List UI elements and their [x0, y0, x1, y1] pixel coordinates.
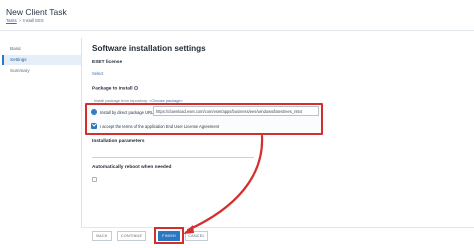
- window-title: New Client Task: [6, 7, 67, 17]
- package-label-text: Package to install: [92, 86, 133, 92]
- eset-license-select-link[interactable]: Select: [92, 71, 103, 76]
- package-url-input[interactable]: https://download.eset.com/com/eset/apps/…: [153, 106, 319, 116]
- reboot-checkbox[interactable]: [92, 177, 97, 182]
- eset-license-label: ESET license: [92, 60, 123, 65]
- breadcrumb: Tasks > Install EES: [6, 18, 44, 23]
- section-title: Software installation settings: [92, 44, 206, 53]
- continue-button[interactable]: CONTINUE: [117, 231, 146, 241]
- eula-label[interactable]: I accept the terms of the application En…: [100, 124, 219, 129]
- sidebar-item-basic[interactable]: Basic: [2, 44, 81, 54]
- info-icon[interactable]: [133, 85, 138, 90]
- radio-selected-dot: [92, 110, 96, 114]
- reboot-label: Automatically reboot when needed: [92, 165, 172, 170]
- header: New Client Task Tasks > Install EES: [0, 0, 474, 30]
- footer-divider: [82, 227, 474, 228]
- wizard-sidebar: Basic Settings Summary: [0, 38, 82, 228]
- installation-parameters-input[interactable]: [92, 148, 254, 158]
- back-button[interactable]: BACK: [92, 231, 112, 241]
- breadcrumb-separator: >: [18, 18, 22, 23]
- direct-url-label[interactable]: Install by direct package URL: [100, 110, 153, 115]
- sidebar-item-settings[interactable]: Settings: [2, 55, 81, 65]
- cancel-button[interactable]: CANCEL: [185, 231, 208, 241]
- installation-parameters-label: Installation parameters: [92, 139, 145, 144]
- finish-highlight: [154, 227, 184, 244]
- breadcrumb-tasks-link[interactable]: Tasks: [6, 18, 17, 23]
- package-to-install-label: Package to install: [92, 85, 138, 92]
- sidebar-item-summary[interactable]: Summary: [2, 66, 81, 76]
- header-divider: [0, 30, 474, 31]
- breadcrumb-current: Install EES: [23, 18, 44, 23]
